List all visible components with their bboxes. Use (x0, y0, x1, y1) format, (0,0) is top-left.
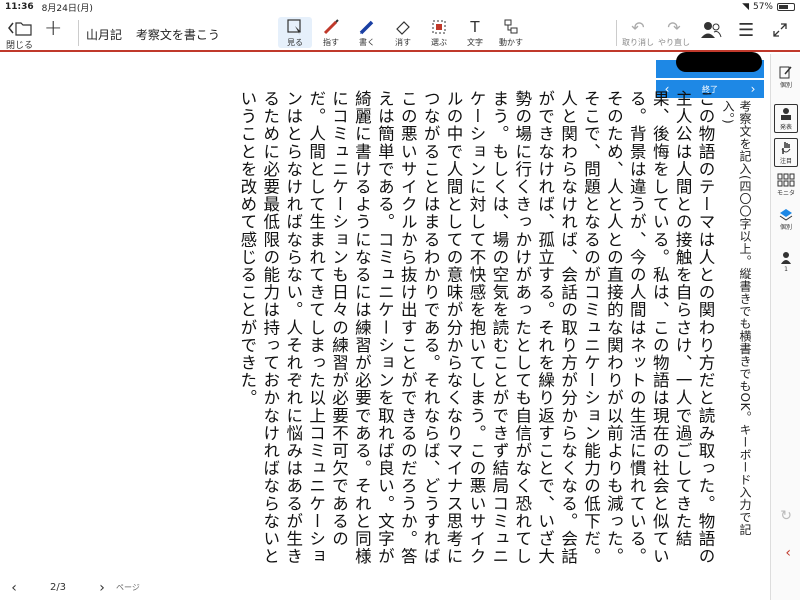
redacted-name (676, 52, 762, 72)
panel-individual-layers[interactable]: 個別 (774, 206, 798, 231)
folder-back-icon (7, 18, 33, 38)
panel-present[interactable]: 発表 (774, 104, 798, 133)
undo-icon: ↶ (631, 17, 645, 37)
refresh-icon[interactable]: ↻ (780, 508, 792, 524)
title-prefix: 山月記 (86, 28, 123, 42)
eraser-icon (394, 17, 412, 37)
panel-label: 1 (784, 266, 788, 273)
tool-text-label: 文字 (467, 38, 483, 47)
edit-note-icon (779, 64, 793, 80)
tool-select[interactable]: 選ぶ (422, 17, 456, 48)
tool-write-label: 書く (359, 38, 375, 47)
presenter-next-icon[interactable]: › (742, 82, 764, 96)
view-icon (286, 17, 304, 37)
presenter-icon (779, 106, 793, 122)
title-text: 考察文を書こう (135, 28, 220, 42)
person-icon (780, 250, 792, 266)
raise-hand-icon (779, 140, 793, 156)
collapse-panel-icon[interactable]: ‹ (785, 545, 791, 561)
hamburger-menu-icon: ☰ (738, 19, 755, 41)
status-date: 8月24日(月) (41, 3, 93, 14)
toolbar-divider (616, 20, 617, 46)
plus-icon: + (44, 15, 63, 41)
battery-icon (777, 3, 795, 11)
tool-point[interactable]: 指す (314, 17, 348, 48)
text-icon: T (470, 18, 480, 36)
battery-percent: 57% (752, 2, 773, 12)
undo-label: 取り消し (622, 38, 654, 47)
page-number: 2/3 (49, 582, 67, 593)
tool-text[interactable]: T 文字 (458, 17, 492, 48)
expand-button[interactable] (772, 20, 788, 40)
panel-label: 発表 (779, 124, 792, 131)
undo-button[interactable]: ↶ 取り消し (622, 17, 654, 48)
panel-label: 個別 (779, 82, 792, 89)
redo-label: やり直し (658, 38, 690, 47)
add-button[interactable]: + (44, 15, 63, 41)
tool-select-label: 選ぶ (431, 38, 447, 47)
tool-move[interactable]: 動かす (494, 17, 528, 48)
panel-label: モニタ (776, 190, 795, 197)
panel-individual-edit[interactable]: 個別 (774, 64, 798, 89)
page-navigator: ‹ 2/3 › ページ (0, 575, 180, 600)
top-toolbar: 閉じる + 山月記 考察文を書こう 見る 指す 書く 消す 選ぶ T 文字 動か… (0, 14, 800, 52)
tool-view[interactable]: 見る (278, 17, 312, 48)
menu-button[interactable]: ☰ (738, 19, 755, 41)
redo-icon: ↷ (667, 17, 681, 37)
tool-point-label: 指す (323, 38, 339, 47)
panel-label: 個別 (779, 224, 792, 231)
page-label: ページ (116, 583, 140, 592)
panel-attention[interactable]: 注目 (774, 138, 798, 167)
assignment-prompt: 考察文を記入(四〇〇字以上。縦書きでも横書きでもOK。キーボード入力で記入。) (721, 100, 752, 536)
panel-participants[interactable]: 1 (774, 250, 798, 273)
prev-page-icon[interactable]: ‹ (0, 580, 28, 596)
tool-erase[interactable]: 消す (386, 17, 420, 48)
select-icon (430, 17, 448, 37)
tool-view-label: 見る (287, 38, 303, 47)
move-icon (502, 17, 520, 37)
users-icon (700, 20, 722, 40)
status-right: ◥ 57% (742, 2, 795, 12)
tool-erase-label: 消す (395, 38, 411, 47)
users-button[interactable] (700, 20, 722, 40)
expand-icon (772, 20, 788, 40)
next-page-icon[interactable]: › (88, 580, 116, 596)
layers-icon (778, 206, 794, 222)
toolbar-divider (78, 20, 79, 46)
pointer-pen-icon (322, 17, 340, 37)
status-bar: 11:36 8月24日(月) ◥ 57% (0, 0, 800, 14)
pen-icon (358, 17, 376, 37)
tool-move-label: 動かす (499, 38, 523, 47)
close-button[interactable]: 閉じる (6, 18, 33, 51)
essay-text[interactable]: この物語のテーマは人との関わり方だと読み取った。物語の主人公は人間との接触を自ら… (238, 90, 716, 580)
status-time: 11:36 (5, 2, 34, 12)
document-title: 山月記 考察文を書こう (86, 26, 230, 43)
tool-write[interactable]: 書く (350, 17, 384, 48)
panel-monitor[interactable]: モニタ (774, 172, 798, 197)
panel-label: 注目 (779, 158, 792, 165)
redo-button[interactable]: ↷ やり直し (658, 17, 690, 48)
monitor-grid-icon (777, 172, 795, 188)
close-label: 閉じる (6, 41, 34, 51)
wifi-icon: ◥ (742, 2, 749, 12)
